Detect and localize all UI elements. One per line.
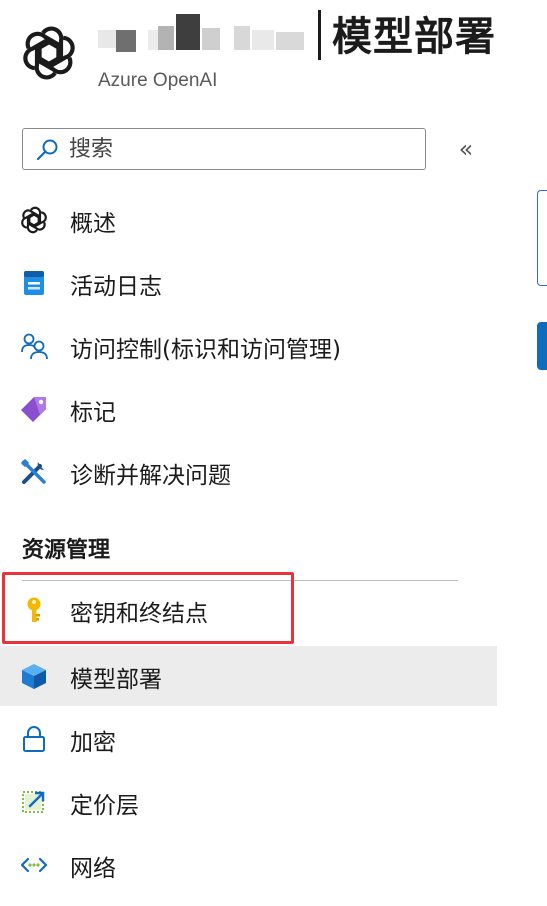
nav-item-label: 概述 xyxy=(70,211,116,237)
nav-item-overview[interactable]: 概述 xyxy=(0,190,497,250)
nav-item-model-deployments[interactable]: 模型部署 xyxy=(0,646,497,706)
nav-item-diagnose[interactable]: 诊断并解决问题 xyxy=(0,442,497,502)
section-heading-resource-management: 资源管理 xyxy=(22,538,111,563)
activity-log-icon xyxy=(24,271,44,295)
title-separator xyxy=(318,10,321,60)
openai-icon xyxy=(21,206,47,234)
nav-item-label: 加密 xyxy=(70,730,116,756)
nav-item-label: 模型部署 xyxy=(70,667,162,693)
collapse-menu-button[interactable]: « xyxy=(452,134,480,164)
tag-icon xyxy=(21,397,46,422)
nav-item-label: 诊断并解决问题 xyxy=(70,463,231,489)
search-input[interactable] xyxy=(69,133,409,165)
nav-item-encryption[interactable]: 加密 xyxy=(0,709,497,769)
page-title: 模型部署 xyxy=(332,14,496,60)
lock-icon xyxy=(23,726,45,752)
wrench-icon xyxy=(21,459,46,484)
resource-type-subtitle: Azure OpenAI xyxy=(98,70,218,91)
nav-item-label: 活动日志 xyxy=(70,274,162,300)
nav-item-label: 访问控制(标识和访问管理) xyxy=(70,337,341,363)
content-panel-edge xyxy=(537,190,547,286)
blade-header: 模型部署 Azure OpenAI xyxy=(0,0,547,110)
nav-item-label: 网络 xyxy=(70,856,116,882)
nav-item-pricing-tier[interactable]: 定价层 xyxy=(0,772,497,832)
people-icon xyxy=(21,333,48,360)
openai-logo-icon xyxy=(23,26,75,80)
search-icon xyxy=(36,139,58,161)
nav-item-label: 标记 xyxy=(70,400,116,426)
nav-item-label: 定价层 xyxy=(70,793,139,819)
nav-item-tags[interactable]: 标记 xyxy=(0,379,497,439)
primary-button-edge[interactable] xyxy=(537,322,547,370)
network-icon xyxy=(20,857,48,873)
nav-item-activity-log[interactable]: 活动日志 xyxy=(0,253,497,313)
search-box[interactable] xyxy=(22,128,426,170)
cube-icon xyxy=(22,664,46,689)
pricing-tier-icon xyxy=(22,791,45,813)
nav-item-access-control[interactable]: 访问控制(标识和访问管理) xyxy=(0,316,497,376)
highlight-annotation-box xyxy=(2,572,294,644)
nav-item-networking[interactable]: 网络 xyxy=(0,835,497,895)
